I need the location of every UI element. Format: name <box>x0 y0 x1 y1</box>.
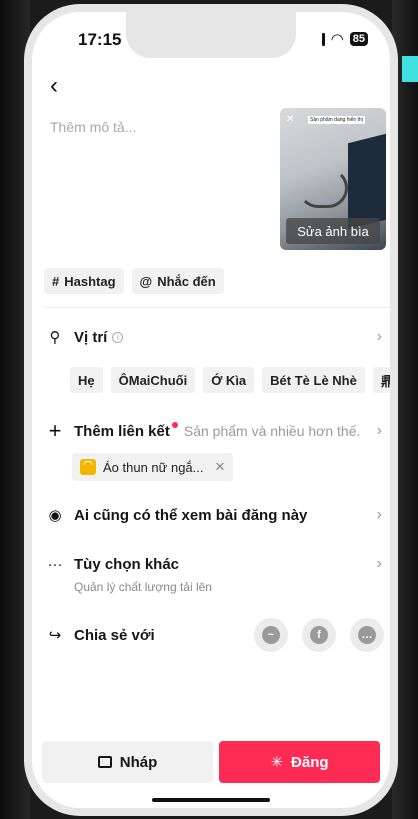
product-chip[interactable]: Áo thun nữ ngắ... ✕ <box>72 453 234 481</box>
mention-label: Nhắc đến <box>157 273 216 289</box>
more-options-subtitle: Quản lý chất lượng tải lên <box>74 580 212 594</box>
draft-icon <box>97 756 112 768</box>
location-tag[interactable]: Hẹ <box>70 367 103 393</box>
wifi-icon: ◠ <box>330 31 344 48</box>
signal-icon <box>321 32 325 46</box>
location-tag[interactable]: 鼎丰水 <box>372 367 390 393</box>
more-icon: ··· <box>47 555 63 573</box>
more-options-label: Tùy chọn khác <box>74 555 180 573</box>
battery-icon: 85 <box>349 32 368 46</box>
cable-shape <box>298 168 348 208</box>
facebook-icon[interactable]: f <box>302 618 336 652</box>
post-screen: 17:15 ◠ 85 ‹ Thêm mô tả... ✕ Sản phẩm đa… <box>32 12 390 808</box>
globe-icon: ◉ <box>48 507 62 524</box>
privacy-row[interactable]: ◉ Ai cũng có thể xem bài đăng này › <box>44 506 382 524</box>
location-tag[interactable]: ÔMaiChuối <box>110 367 196 393</box>
shopping-bag-icon <box>80 459 96 475</box>
at-icon: @ <box>139 273 153 289</box>
add-link-label: Thêm liên kết <box>74 422 170 440</box>
mention-button[interactable]: @ Nhắc đến <box>131 268 224 294</box>
plus-icon: + <box>48 418 62 443</box>
hashtag-icon: # <box>52 273 60 289</box>
location-suggestions: Hẹ ÔMaiChuối Ớ Kìa Bét Tè Lè Nhè 鼎丰水 <box>70 367 390 393</box>
notification-dot <box>171 422 178 428</box>
laptop-shape <box>348 132 386 230</box>
draft-label: Nháp <box>119 753 158 771</box>
info-icon: i <box>112 331 124 343</box>
hashtag-label: Hashtag <box>64 273 116 289</box>
notch <box>126 12 296 58</box>
location-row[interactable]: ⚲ Vị trí i › <box>44 328 383 346</box>
back-button[interactable]: ‹ <box>50 72 58 100</box>
background-accent <box>402 56 418 82</box>
share-icon: ↪ <box>48 627 62 644</box>
status-icons: ◠ 85 <box>321 30 368 48</box>
location-label: Vị trí <box>74 328 108 346</box>
remove-icon[interactable]: ✕ <box>215 459 226 475</box>
more-options-row[interactable]: ··· Tùy chọn khác › <box>44 555 383 573</box>
phone-frame: 17:15 ◠ 85 ‹ Thêm mô tả... ✕ Sản phẩm đa… <box>24 4 398 816</box>
messenger-icon[interactable]: ~ <box>254 618 288 652</box>
privacy-label: Ai cũng có thể xem bài đăng này <box>74 506 308 524</box>
chevron-right-icon: › <box>376 328 382 345</box>
cover-caption: Sản phẩm đang hiển thị <box>308 116 365 124</box>
message-icon[interactable]: … <box>350 618 384 652</box>
description-input[interactable]: Thêm mô tả... <box>50 119 136 135</box>
divider <box>44 307 390 308</box>
chevron-right-icon: › <box>376 555 382 572</box>
location-tag[interactable]: Bét Tè Lè Nhè <box>262 367 365 393</box>
location-tag[interactable]: Ớ Kìa <box>203 367 255 393</box>
chevron-right-icon: › <box>376 506 382 523</box>
add-link-row[interactable]: + Thêm liên kết Sản phẩm và nhiều hơn th… <box>44 418 382 444</box>
share-label: Chia sẻ với <box>74 626 155 644</box>
edit-cover-button[interactable]: Sửa ảnh bìa <box>286 218 380 244</box>
status-time: 17:15 <box>78 30 122 49</box>
cover-image[interactable]: ✕ Sản phẩm đang hiển thị Sửa ảnh bìa <box>280 108 386 250</box>
hashtag-button[interactable]: # Hashtag <box>44 268 124 294</box>
action-bar: Nháp ✳ Đăng <box>42 741 380 783</box>
post-label: Đăng <box>291 753 329 771</box>
share-targets: ~ f … <box>254 618 384 652</box>
home-indicator <box>152 798 270 802</box>
location-pin-icon: ⚲ <box>49 329 61 346</box>
post-button[interactable]: ✳ Đăng <box>219 741 380 783</box>
draft-button[interactable]: Nháp <box>42 741 213 783</box>
sparkle-icon: ✳ <box>270 754 284 771</box>
product-label: Áo thun nữ ngắ... <box>103 459 204 475</box>
close-icon: ✕ <box>286 114 295 125</box>
add-link-hint: Sản phẩm và nhiều hơn thế. <box>183 423 361 439</box>
tag-chips: # Hashtag @ Nhắc đến <box>44 268 224 294</box>
chevron-right-icon: › <box>376 422 382 439</box>
